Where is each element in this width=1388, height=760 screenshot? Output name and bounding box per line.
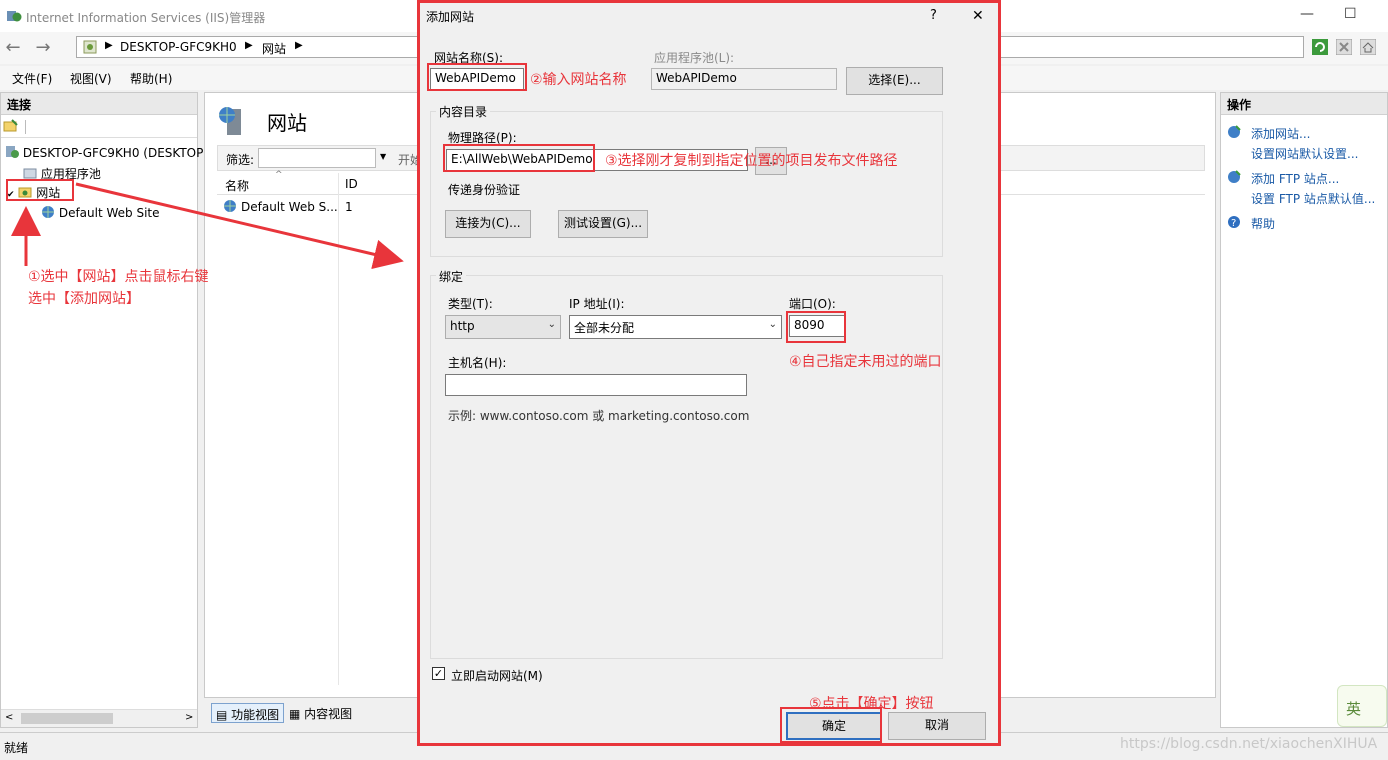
- ip-value: 全部未分配: [574, 321, 635, 335]
- start-immediately-label: 立即启动网站(M): [451, 669, 543, 683]
- select-app-pool-button[interactable]: 选择(E)...: [846, 67, 943, 95]
- scroll-left-icon[interactable]: <: [5, 712, 13, 723]
- annotation-box-site-name: [427, 63, 527, 91]
- annotation-step1-line1: ①选中【网站】点击鼠标右键: [28, 269, 209, 285]
- action-ftp-defaults[interactable]: 设置 FTP 站点默认值...: [1251, 190, 1375, 207]
- content-directory-title: 内容目录: [436, 103, 491, 120]
- chevron-down-icon: ⌄: [547, 319, 556, 330]
- action-add-site[interactable]: 添加网站...: [1251, 125, 1310, 142]
- annotation-arrows: [10, 182, 404, 270]
- annotation-box-port: [786, 311, 846, 343]
- status-text: 就绪: [4, 741, 29, 755]
- annotation-step2: ②输入网站名称: [530, 72, 627, 88]
- start-immediately-checkbox[interactable]: ✓: [432, 667, 445, 680]
- type-value: http: [450, 319, 475, 333]
- svg-text:?: ?: [1231, 218, 1236, 229]
- scroll-right-icon[interactable]: >: [185, 712, 193, 723]
- minimize-button[interactable]: —: [1300, 6, 1314, 22]
- add-ftp-icon: [1227, 170, 1241, 187]
- dialog-help-button[interactable]: ?: [930, 8, 937, 23]
- horizontal-scrollbar[interactable]: < >: [1, 709, 197, 727]
- scroll-thumb[interactable]: [21, 713, 113, 724]
- chevron-down-icon: ⌄: [768, 319, 777, 330]
- pass-through-label: 传递身份验证: [448, 183, 521, 197]
- maximize-button[interactable]: ☐: [1344, 6, 1357, 22]
- action-site-defaults[interactable]: 设置网站默认设置...: [1251, 145, 1358, 162]
- type-select[interactable]: http ⌄: [445, 315, 561, 339]
- ime-indicator[interactable]: 英: [1337, 685, 1387, 727]
- app-pool-input: WebAPIDemo: [651, 68, 837, 90]
- annotation-box-physical-path: [443, 144, 595, 172]
- content-view-label: 内容视图: [304, 707, 353, 721]
- content-view-tab[interactable]: ▦ 内容视图: [289, 705, 352, 722]
- watermark: https://blog.csdn.net/xiaochenXIHUA: [1120, 736, 1378, 752]
- content-view-icon: ▦: [289, 707, 301, 721]
- help-icon: ?: [1227, 215, 1241, 232]
- binding-title: 绑定: [436, 268, 467, 285]
- add-site-icon: [1227, 125, 1241, 142]
- actions-panel: 操作 添加网站... 设置网站默认设置... 添加 FTP 站点... 设置 F…: [1220, 92, 1388, 728]
- type-label: 类型(T):: [448, 297, 493, 311]
- annotation-step4: ④自己指定未用过的端口: [789, 354, 942, 370]
- port-label: 端口(O):: [789, 297, 836, 311]
- actions-header: 操作: [1221, 93, 1387, 115]
- action-help[interactable]: 帮助: [1251, 215, 1275, 232]
- cancel-button[interactable]: 取消: [888, 712, 986, 740]
- home-icon[interactable]: [1359, 38, 1377, 58]
- app-pool-label: 应用程序池(L):: [654, 51, 735, 65]
- hostname-label: 主机名(H):: [448, 356, 507, 370]
- annotation-box-ok: [780, 707, 882, 743]
- dialog-close-button[interactable]: ✕: [972, 8, 984, 24]
- ip-select[interactable]: 全部未分配 ⌄: [569, 315, 782, 339]
- ime-label: 英: [1346, 700, 1362, 718]
- features-view-label: 功能视图: [231, 708, 280, 722]
- ip-label: IP 地址(I):: [569, 297, 625, 311]
- stop-icon[interactable]: [1335, 38, 1353, 58]
- action-add-ftp[interactable]: 添加 FTP 站点...: [1251, 170, 1339, 187]
- annotation-step3: ③选择刚才复制到指定位置的项目发布文件路径: [605, 153, 898, 169]
- features-view-icon: ▤: [216, 708, 228, 722]
- test-settings-button[interactable]: 测试设置(G)...: [558, 210, 648, 238]
- example-text: 示例: www.contoso.com 或 marketing.contoso.…: [448, 409, 750, 423]
- hostname-input[interactable]: [445, 374, 747, 396]
- annotation-step1-line2: 选中【添加网站】: [28, 291, 140, 307]
- features-view-tab[interactable]: ▤ 功能视图: [211, 703, 285, 723]
- add-site-dialog: 添加网站 ? ✕ 网站名称(S): WebAPIDemo ②输入网站名称 应用程…: [417, 0, 1001, 746]
- arrow-to-dialog: [75, 182, 404, 270]
- refresh-icon[interactable]: [1312, 39, 1328, 58]
- connect-as-button[interactable]: 连接为(C)...: [445, 210, 531, 238]
- dialog-title: 添加网站: [426, 10, 475, 24]
